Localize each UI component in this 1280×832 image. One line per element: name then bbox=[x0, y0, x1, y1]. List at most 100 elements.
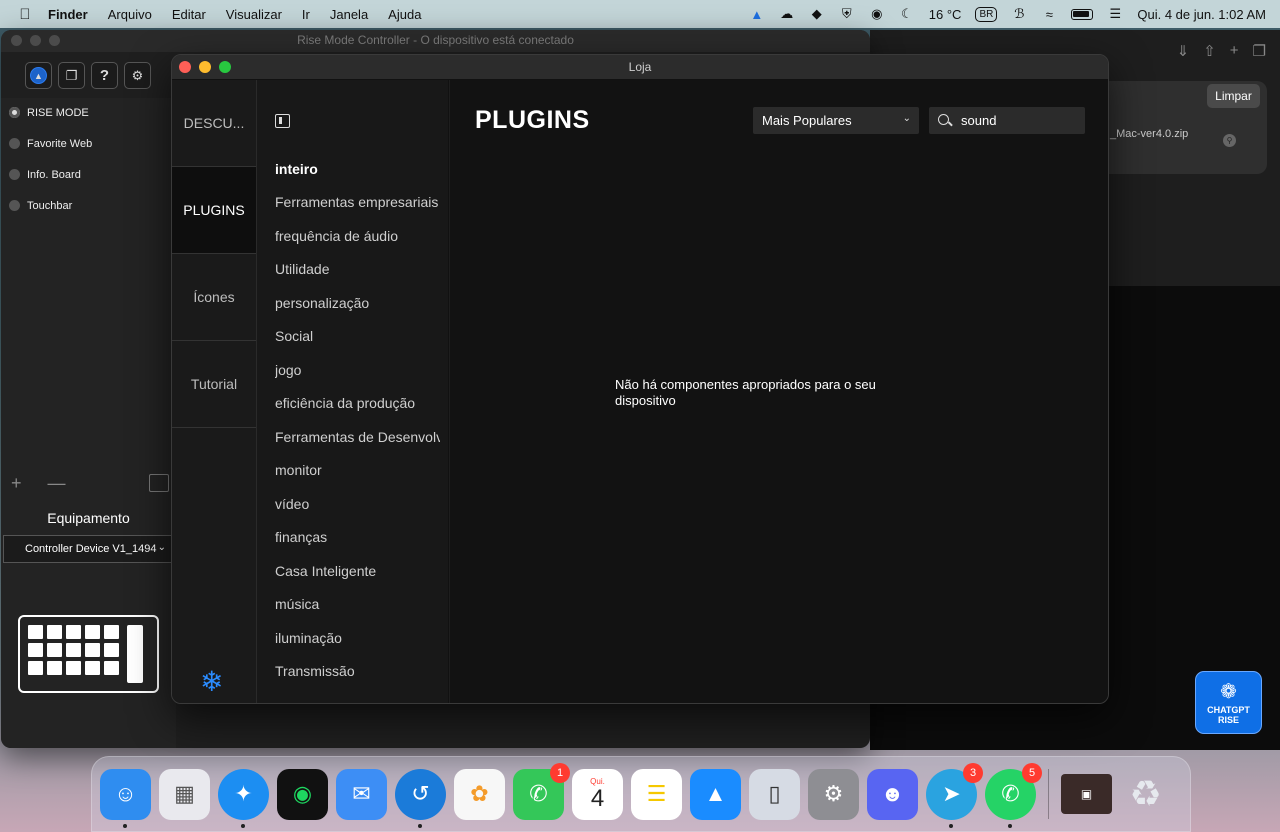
menu-editar[interactable]: Editar bbox=[172, 7, 206, 22]
menu-visualizar[interactable]: Visualizar bbox=[226, 7, 282, 22]
dock-safari[interactable]: ✦ bbox=[218, 768, 269, 828]
rm-mode-label: RISE MODE bbox=[27, 106, 89, 119]
category-item-productivity[interactable]: eficiência da produção bbox=[275, 387, 440, 421]
printer-icon[interactable] bbox=[149, 474, 169, 492]
dock-minimized-window[interactable]: ▣ bbox=[1061, 774, 1112, 814]
menu-app-name[interactable]: Finder bbox=[48, 7, 88, 22]
gear-icon[interactable]: ⚙ bbox=[124, 62, 151, 89]
rm-mode-rise-mode[interactable]: RISE MODE bbox=[1, 97, 176, 128]
reveal-in-finder-icon[interactable]: ⚲ bbox=[1223, 134, 1236, 147]
dock-finder[interactable]: ☺ bbox=[100, 768, 151, 828]
download-filename[interactable]: _Mac-ver4.0.zip bbox=[1110, 128, 1188, 140]
dock-calendar[interactable]: Qui. 4 bbox=[572, 768, 623, 820]
tab-tutorial[interactable]: Tutorial bbox=[172, 341, 256, 428]
category-item-lighting[interactable]: iluminação bbox=[275, 621, 440, 655]
clear-downloads-button[interactable]: Limpar bbox=[1207, 84, 1260, 108]
rm-mode-touchbar[interactable]: Touchbar bbox=[1, 190, 176, 221]
menu-bar:  Finder Arquivo Editar Visualizar Ir Ja… bbox=[0, 0, 1280, 28]
sidebar-collapse-icon[interactable] bbox=[275, 114, 290, 128]
category-item-personalization[interactable]: personalização bbox=[275, 286, 440, 320]
menu-janela[interactable]: Janela bbox=[330, 7, 368, 22]
device-keyboard-preview[interactable] bbox=[18, 615, 159, 693]
category-item-streaming[interactable]: Transmissão bbox=[275, 655, 440, 689]
menu-arquivo[interactable]: Arquivo bbox=[108, 7, 152, 22]
rm-mode-label: Info. Board bbox=[27, 168, 81, 181]
vpn-icon[interactable]: ◉ bbox=[869, 6, 885, 22]
key-preview bbox=[66, 661, 81, 675]
add-mode-button[interactable]: + bbox=[11, 473, 22, 494]
rm-mode-label: Favorite Web bbox=[27, 137, 93, 150]
chatgpt-rise-button[interactable]: ❁ CHATGPT RISE bbox=[1195, 671, 1262, 734]
running-indicator bbox=[949, 823, 953, 828]
category-item-music[interactable]: música bbox=[275, 588, 440, 622]
tab-plugins[interactable]: PLUGINS bbox=[172, 167, 256, 254]
diamond-icon[interactable]: ◆ bbox=[809, 6, 825, 22]
help-icon[interactable]: ? bbox=[91, 62, 118, 89]
input-source-badge[interactable]: BR bbox=[975, 6, 998, 22]
dock-discord[interactable]: ☻ bbox=[867, 768, 918, 820]
sort-select[interactable]: Mais Populares ⌄ bbox=[753, 107, 919, 134]
wifi-icon[interactable]: ≈ bbox=[1041, 6, 1057, 22]
dock-spotify[interactable]: ◉ bbox=[277, 768, 328, 820]
dock-photos[interactable]: ✿ bbox=[454, 768, 505, 820]
dock-edge[interactable]: ↺ bbox=[395, 768, 446, 828]
copy-icon[interactable]: ❐ bbox=[58, 62, 85, 89]
download-icon[interactable]: ⇓ bbox=[1177, 42, 1190, 60]
rise-flame-icon[interactable]: ▲ bbox=[749, 6, 765, 22]
whatsapp-icon: ✆ bbox=[1001, 781, 1020, 806]
rm-tool-mode[interactable]: ▲ bbox=[25, 62, 52, 89]
category-item-audio[interactable]: frequência de áudio bbox=[275, 219, 440, 253]
dock-trash[interactable]: ♻ bbox=[1120, 769, 1171, 820]
dock-notes[interactable]: ☰ bbox=[631, 768, 682, 820]
dock-app-store[interactable]: ▲ bbox=[690, 768, 741, 820]
cloud-icon[interactable]: ☁ bbox=[779, 6, 795, 22]
search-box[interactable] bbox=[929, 107, 1085, 134]
category-item-smart-home[interactable]: Casa Inteligente bbox=[275, 554, 440, 588]
shield-icon[interactable]: ⛨ bbox=[839, 6, 855, 22]
category-item-video[interactable]: vídeo bbox=[275, 487, 440, 521]
battery-icon[interactable] bbox=[1071, 6, 1094, 22]
dock-mail[interactable]: ✉ bbox=[336, 768, 387, 820]
category-item-monitor[interactable]: monitor bbox=[275, 454, 440, 488]
key-preview bbox=[47, 625, 62, 639]
dock-phone[interactable]: ✆ 1 bbox=[513, 762, 570, 820]
menu-ajuda[interactable]: Ajuda bbox=[388, 7, 421, 22]
rm-mode-info-board[interactable]: Info. Board bbox=[1, 159, 176, 190]
category-item-business-tools[interactable]: Ferramentas empresariais bbox=[275, 186, 440, 220]
tabs-overview-icon[interactable]: ❐ bbox=[1253, 42, 1266, 60]
minimized-window-thumbnail-icon: ▣ bbox=[1080, 787, 1093, 801]
rm-mode-favorite-web[interactable]: Favorite Web bbox=[1, 128, 176, 159]
menu-ir[interactable]: Ir bbox=[302, 7, 310, 22]
dock-launchpad[interactable]: ▦ bbox=[159, 768, 210, 820]
new-tab-icon[interactable]: + bbox=[1230, 42, 1239, 60]
menu-datetime[interactable]: Qui. 4 de jun. 1:02 AM bbox=[1137, 7, 1266, 22]
dock-whatsapp[interactable]: ✆ 5 bbox=[985, 762, 1042, 828]
phone-badge: 1 bbox=[550, 762, 570, 783]
category-item-dev-tools[interactable]: Ferramentas de Desenvolvimento bbox=[275, 420, 440, 454]
share-icon[interactable]: ⇧ bbox=[1203, 42, 1216, 60]
bluetooth-icon[interactable]: ℬ bbox=[1011, 6, 1027, 22]
dock-iphone-mirroring[interactable]: ▯ bbox=[749, 768, 800, 820]
category-item-social[interactable]: Social bbox=[275, 320, 440, 354]
category-item-game[interactable]: jogo bbox=[275, 353, 440, 387]
store-titlebar: Loja bbox=[172, 55, 1108, 80]
search-input[interactable] bbox=[961, 113, 1071, 128]
tab-icons[interactable]: Ícones bbox=[172, 254, 256, 341]
dock-system-settings[interactable]: ⚙ bbox=[808, 768, 859, 820]
category-sidebar: inteiro Ferramentas empresariais frequên… bbox=[257, 80, 449, 703]
rise-flame-logo-icon: ❄ bbox=[200, 666, 224, 697]
dock-telegram[interactable]: ➤ 3 bbox=[926, 762, 983, 828]
tab-discover[interactable]: DESCU... bbox=[172, 80, 256, 167]
category-item-utility[interactable]: Utilidade bbox=[275, 253, 440, 287]
key-preview bbox=[85, 643, 100, 657]
remove-mode-button[interactable]: — bbox=[48, 473, 66, 494]
key-preview bbox=[85, 661, 100, 675]
category-item-finance[interactable]: finanças bbox=[275, 521, 440, 555]
weather-temp[interactable]: 16 °C bbox=[929, 7, 962, 22]
category-item-inteiro[interactable]: inteiro bbox=[275, 152, 440, 186]
control-center-icon[interactable]: ☰ bbox=[1107, 6, 1123, 22]
weather-icon[interactable]: ☾ bbox=[899, 6, 915, 22]
edge-icon: ↺ bbox=[411, 781, 430, 806]
device-select[interactable]: Controller Device V1_1494 ⌄ bbox=[3, 535, 173, 563]
apple-icon[interactable]:  bbox=[16, 6, 34, 23]
